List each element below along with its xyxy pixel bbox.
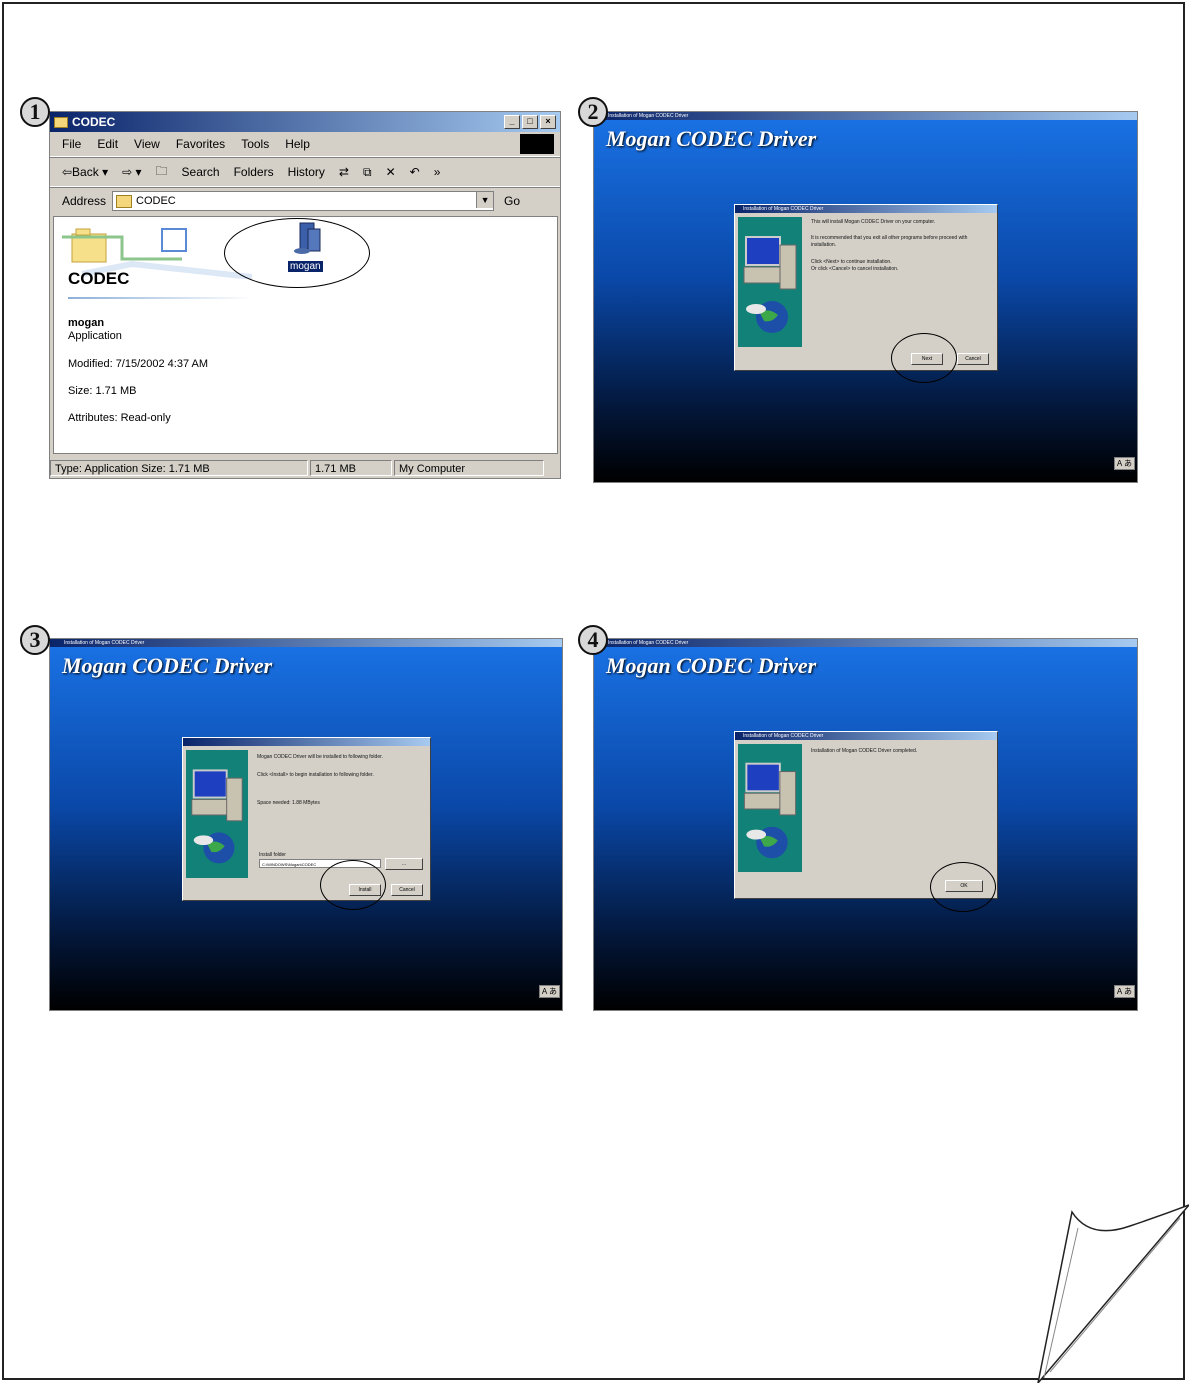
- address-value: CODEC: [136, 195, 176, 207]
- dialog-title-bar: Installation of Mogan CODEC Driver: [735, 732, 997, 740]
- status-location: My Computer: [394, 460, 544, 476]
- up-folder-button[interactable]: 🗀: [156, 162, 168, 183]
- file-attributes: Attributes: Read-only: [68, 412, 171, 424]
- divider: [68, 297, 253, 299]
- install-folder-label: Install folder: [259, 852, 286, 858]
- history-button[interactable]: History: [288, 165, 325, 179]
- window-title: CODEC: [72, 115, 116, 129]
- dialog-line-2: It is recommended that you exit all othe…: [811, 235, 968, 248]
- forward-button[interactable]: ⇨ ▾: [122, 165, 141, 179]
- status-bar: Type: Application Size: 1.71 MB 1.71 MB …: [50, 458, 560, 478]
- delete-icon[interactable]: ✕: [386, 165, 396, 179]
- back-button[interactable]: ⇦Back ▾: [62, 165, 108, 179]
- toolbar: ⇦Back ▾ ⇨ ▾ 🗀 Search Folders History ⇄ ⧉…: [50, 157, 560, 187]
- status-type-size: Type: Application Size: 1.71 MB: [50, 460, 308, 476]
- step-badge-2: 2: [578, 97, 608, 127]
- installer-heading: Mogan CODEC Driver: [606, 653, 817, 678]
- maximize-button[interactable]: □: [522, 115, 538, 129]
- dialog-title-bar: [183, 738, 430, 746]
- installer-screen-install-folder: Installation of Mogan CODEC Driver Mogan…: [49, 638, 563, 1011]
- dialog-title-bar: Installation of Mogan CODEC Driver: [735, 205, 997, 213]
- dialog-line-1: This will install Mogan CODEC Driver on …: [811, 219, 936, 225]
- file-name: mogan: [68, 317, 105, 329]
- welcome-dialog: Installation of Mogan CODEC Driver This …: [734, 204, 998, 371]
- installer-title-bar: Installation of Mogan CODEC Driver: [594, 639, 1137, 647]
- status-size: 1.71 MB: [310, 460, 392, 476]
- cancel-button[interactable]: Cancel: [957, 353, 989, 365]
- address-input[interactable]: CODEC ▼: [112, 191, 495, 211]
- computer-globe-illustration-icon: [186, 750, 248, 878]
- minimize-button[interactable]: _: [504, 115, 520, 129]
- dialog-line-1: Installation of Mogan CODEC Driver compl…: [811, 748, 918, 754]
- dialog-line-4: Or click <Cancel> to cancel installation…: [811, 266, 899, 272]
- undo-icon[interactable]: ↶: [410, 165, 420, 179]
- highlight-circle-install-button: [320, 860, 386, 910]
- cancel-button[interactable]: Cancel: [391, 884, 423, 896]
- installer-heading: Mogan CODEC Driver: [606, 126, 817, 151]
- address-bar: Address CODEC ▼ Go: [50, 187, 560, 214]
- menu-tools[interactable]: Tools: [241, 137, 269, 151]
- highlight-circle-app-icon: [224, 218, 370, 288]
- installer-heading: Mogan CODEC Driver: [62, 653, 273, 678]
- install-folder-dialog: Mogan CODEC Driver will be installed to …: [182, 737, 431, 901]
- close-button[interactable]: ×: [540, 115, 556, 129]
- go-button[interactable]: Go: [504, 194, 520, 208]
- page-curl-graphic: [1037, 1204, 1189, 1383]
- menu-edit[interactable]: Edit: [97, 137, 118, 151]
- ime-indicator: A あ: [1113, 985, 1135, 998]
- installer-screen-complete: Installation of Mogan CODEC Driver Mogan…: [593, 638, 1138, 1011]
- computer-globe-illustration-icon: [738, 217, 802, 347]
- menu-file[interactable]: File: [62, 137, 81, 151]
- explorer-title-bar[interactable]: CODEC _ □ ×: [50, 112, 560, 132]
- folder-icon: [116, 194, 133, 208]
- dialog-line-1: Mogan CODEC Driver will be installed to …: [257, 754, 383, 760]
- dialog-line-3: Space needed: 1.88 MBytes: [257, 800, 320, 806]
- address-label: Address: [62, 194, 107, 208]
- toolbar-overflow-icon[interactable]: »: [434, 165, 441, 179]
- step-badge-1: 1: [20, 97, 50, 127]
- computer-globe-illustration-icon: [738, 744, 802, 872]
- file-size: Size: 1.71 MB: [68, 385, 137, 397]
- menu-bar: File Edit View Favorites Tools Help: [50, 132, 560, 157]
- menu-view[interactable]: View: [134, 137, 160, 151]
- highlight-circle-ok-button: [930, 862, 996, 912]
- windows-logo-icon: [520, 134, 554, 154]
- explorer-window: CODEC _ □ × File Edit View Favorites Too…: [49, 111, 561, 479]
- installer-title-bar: Installation of Mogan CODEC Driver: [50, 639, 562, 647]
- installer-title-bar: Installation of Mogan CODEC Driver: [594, 112, 1137, 120]
- folders-button[interactable]: Folders: [234, 165, 274, 179]
- search-button[interactable]: Search: [182, 165, 220, 179]
- copy-to-icon[interactable]: ⧉: [363, 165, 372, 180]
- folder-icon: [54, 116, 68, 128]
- dialog-line-3: Click <Next> to continue installation.: [811, 259, 892, 265]
- dialog-line-2: Click <Install> to begin installation to…: [257, 772, 374, 778]
- menu-favorites[interactable]: Favorites: [176, 137, 225, 151]
- file-modified: Modified: 7/15/2002 4:37 AM: [68, 358, 209, 370]
- folder-title: CODEC: [68, 269, 130, 288]
- browse-button[interactable]: ...: [385, 858, 423, 870]
- ime-indicator: A あ: [1113, 457, 1135, 470]
- ime-indicator: A あ: [538, 985, 560, 998]
- move-to-icon[interactable]: ⇄: [339, 165, 349, 179]
- installer-screen-welcome: Installation of Mogan CODEC Driver Mogan…: [593, 111, 1138, 483]
- highlight-circle-next-button: [891, 333, 957, 383]
- step-badge-3: 3: [20, 625, 50, 655]
- file-type: Application: [68, 330, 122, 342]
- menu-help[interactable]: Help: [285, 137, 310, 151]
- step-badge-4: 4: [578, 625, 608, 655]
- chevron-down-icon[interactable]: ▼: [476, 192, 494, 208]
